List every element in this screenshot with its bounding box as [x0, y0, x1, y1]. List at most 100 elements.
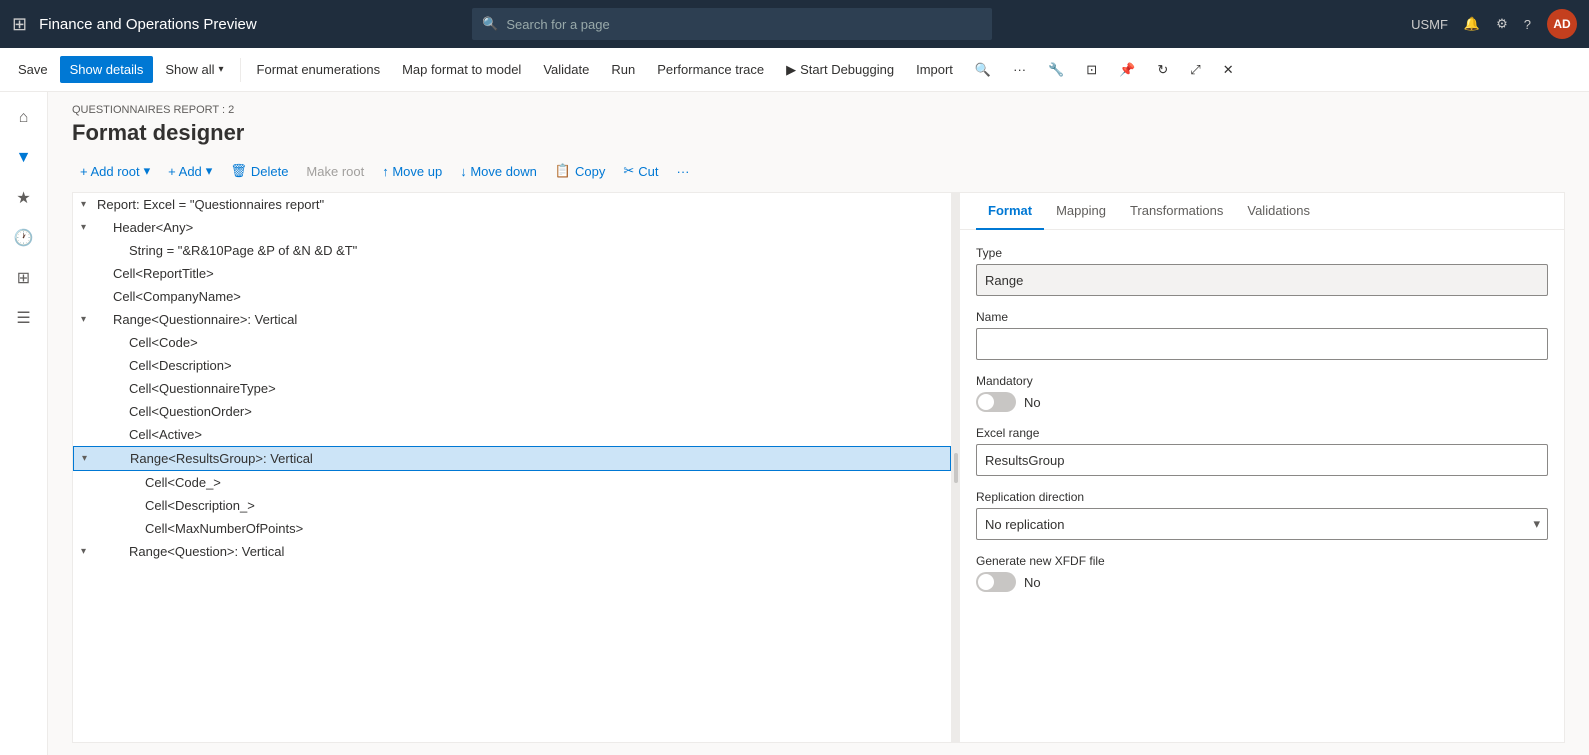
name-label: Name: [976, 310, 1548, 324]
replication-direction-label: Replication direction: [976, 490, 1548, 504]
mandatory-toggle[interactable]: [976, 392, 1016, 412]
prop-body: Type Name Mandatory No: [960, 230, 1564, 608]
show-details-button[interactable]: Show details: [60, 56, 154, 83]
sidebar-filter-icon[interactable]: ▼: [6, 140, 42, 176]
sidebar-list-icon[interactable]: ☰: [6, 300, 42, 336]
validate-button[interactable]: Validate: [533, 56, 599, 83]
import-button[interactable]: Import: [906, 56, 963, 83]
delete-label: Delete: [251, 164, 289, 179]
add-button[interactable]: + Add ▾: [160, 158, 220, 184]
delete-button[interactable]: 🗑 Delete: [222, 158, 296, 184]
properties-panel: Format Mapping Transformations Validatio…: [960, 192, 1565, 743]
format-enumerations-button[interactable]: Format enumerations: [247, 56, 391, 83]
excel-range-input[interactable]: [976, 444, 1548, 476]
sidebar-star-icon[interactable]: ★: [6, 180, 42, 216]
tree-item[interactable]: Cell<ReportTitle>: [73, 262, 951, 285]
expander-icon: [81, 360, 97, 371]
refresh-icon[interactable]: ↻: [1147, 56, 1178, 84]
tree-item[interactable]: Cell<Active>: [73, 423, 951, 446]
search-icon: 🔍: [482, 16, 498, 32]
type-input[interactable]: [976, 264, 1548, 296]
tree-item[interactable]: Cell<MaxNumberOfPoints>: [73, 517, 951, 540]
item-label: Cell<QuestionOrder>: [129, 404, 252, 419]
sidebar-home-icon[interactable]: ⌂: [6, 100, 42, 136]
search-bar[interactable]: 🔍: [472, 8, 992, 40]
save-button[interactable]: Save: [8, 56, 58, 83]
tree-item[interactable]: ▾ Range<Questionnaire>: Vertical: [73, 308, 951, 331]
tree-item[interactable]: Cell<QuestionOrder>: [73, 400, 951, 423]
grid-icon[interactable]: ⊞: [12, 14, 27, 35]
avatar[interactable]: AD: [1547, 9, 1577, 39]
panel-icon[interactable]: ⊡: [1076, 56, 1107, 84]
item-label: Range<Questionnaire>: Vertical: [113, 312, 297, 327]
sidebar-workspace-icon[interactable]: ⊞: [6, 260, 42, 296]
main-content: QUESTIONNAIRES REPORT : 2 Format designe…: [48, 92, 1589, 755]
expander-icon: [81, 383, 97, 394]
replication-direction-select[interactable]: No replication Vertical Horizontal: [976, 508, 1548, 540]
move-down-button[interactable]: ↓ Move down: [452, 159, 545, 184]
content-area: ▾ Report: Excel = "Questionnaires report…: [48, 192, 1589, 755]
pin-icon[interactable]: 📌: [1109, 56, 1145, 84]
sidebar-recent-icon[interactable]: 🕐: [6, 220, 42, 256]
tree-item-selected[interactable]: ▾ Range<ResultsGroup>: Vertical: [73, 446, 951, 471]
more-toolbar-button[interactable]: ···: [669, 159, 698, 184]
prop-tabs: Format Mapping Transformations Validatio…: [960, 193, 1564, 230]
search-cmd-icon[interactable]: 🔍: [965, 56, 1001, 84]
mandatory-toggle-row: No: [976, 392, 1548, 412]
tree-item[interactable]: Cell<Code_>: [73, 471, 951, 494]
puzzle-icon[interactable]: 🔧: [1038, 56, 1074, 84]
move-up-button[interactable]: ↑ Move up: [374, 159, 450, 184]
add-root-button[interactable]: + Add root ▾: [72, 158, 158, 184]
run-button[interactable]: Run: [601, 56, 645, 83]
mandatory-label: Mandatory: [976, 374, 1548, 388]
expander-icon: [81, 268, 97, 279]
settings-icon[interactable]: ⚙: [1496, 16, 1508, 32]
expand-icon[interactable]: ⤢: [1180, 56, 1210, 84]
add-label: + Add: [168, 164, 202, 179]
tab-mapping[interactable]: Mapping: [1044, 193, 1118, 230]
performance-trace-button[interactable]: Performance trace: [647, 56, 774, 83]
tab-validations[interactable]: Validations: [1235, 193, 1322, 230]
close-icon[interactable]: ✕: [1213, 56, 1244, 84]
item-label: Cell<MaxNumberOfPoints>: [145, 521, 303, 536]
name-input[interactable]: [976, 328, 1548, 360]
show-all-label: Show all: [165, 62, 214, 77]
tree-item[interactable]: ▾ Header<Any>: [73, 216, 951, 239]
tree-item[interactable]: String = "&R&10Page &P of &N &D &T": [73, 239, 951, 262]
tree-item[interactable]: Cell<Code>: [73, 331, 951, 354]
mandatory-value: No: [1024, 395, 1041, 410]
start-debugging-label: Start Debugging: [800, 62, 894, 77]
tree-item[interactable]: Cell<Description>: [73, 354, 951, 377]
search-input[interactable]: [506, 17, 982, 32]
panel-resizer[interactable]: [952, 192, 960, 743]
cut-button[interactable]: ✂ Cut: [615, 158, 666, 184]
add-root-label: + Add root: [80, 164, 140, 179]
tree-item[interactable]: ▾ Range<Question>: Vertical: [73, 540, 951, 563]
tab-format[interactable]: Format: [976, 193, 1044, 230]
item-label: Cell<Code>: [129, 335, 198, 350]
expander-icon: ▾: [81, 199, 97, 210]
tree-item[interactable]: Cell<QuestionnaireType>: [73, 377, 951, 400]
generate-xfdf-toggle[interactable]: [976, 572, 1016, 592]
map-format-to-model-button[interactable]: Map format to model: [392, 56, 531, 83]
layout: ⌂ ▼ ★ 🕐 ⊞ ☰ QUESTIONNAIRES REPORT : 2 Fo…: [0, 92, 1589, 755]
tab-transformations[interactable]: Transformations: [1118, 193, 1235, 230]
make-root-button[interactable]: Make root: [298, 159, 372, 184]
help-icon[interactable]: ?: [1524, 17, 1531, 32]
show-all-button[interactable]: Show all ▾: [155, 56, 233, 83]
tree-item[interactable]: Cell<CompanyName>: [73, 285, 951, 308]
tree-item[interactable]: Cell<Description_>: [73, 494, 951, 517]
expander-icon: [81, 523, 97, 534]
move-up-label: ↑ Move up: [382, 164, 442, 179]
item-label: Cell<Description>: [129, 358, 232, 373]
expander-icon: ▾: [82, 453, 98, 464]
generate-xfdf-value: No: [1024, 575, 1041, 590]
more-cmd-button[interactable]: ···: [1003, 56, 1036, 83]
notification-icon[interactable]: 🔔: [1464, 16, 1480, 32]
start-debugging-button[interactable]: ▶ Start Debugging: [776, 56, 904, 84]
tree-panel[interactable]: ▾ Report: Excel = "Questionnaires report…: [72, 192, 952, 743]
expander-icon: [81, 406, 97, 417]
item-label: Cell<CompanyName>: [113, 289, 241, 304]
tree-item[interactable]: ▾ Report: Excel = "Questionnaires report…: [73, 193, 951, 216]
copy-button[interactable]: 📋 Copy: [547, 158, 614, 184]
